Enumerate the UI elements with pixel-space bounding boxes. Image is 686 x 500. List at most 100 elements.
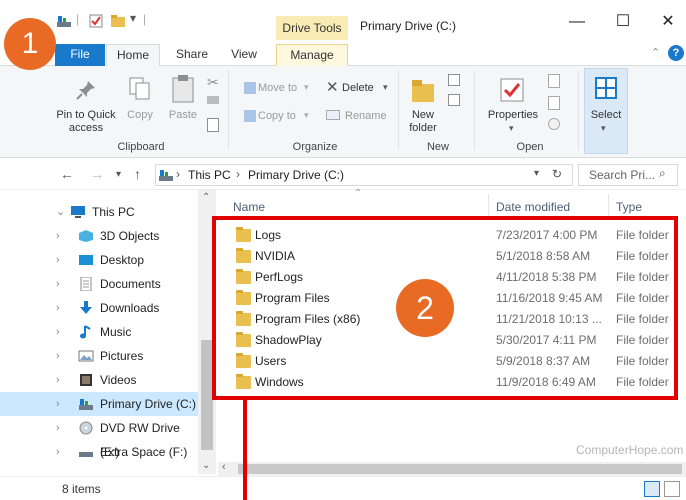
tab-view[interactable]: View [224,44,264,66]
breadcrumb-this-pc[interactable]: This PC [188,168,231,182]
tab-manage[interactable]: Manage [276,44,348,66]
column-header-type[interactable]: Type [616,200,642,214]
delete-button[interactable]: Delete [342,82,374,95]
rename-button[interactable]: Rename [345,110,387,123]
tab-home[interactable]: Home [106,44,160,66]
paste-icon[interactable] [170,74,196,104]
expanded-chevron-icon[interactable]: ⌄ [56,200,65,224]
move-to-button[interactable]: Move to [258,82,297,95]
nav-item-documents[interactable]: › Documents [0,272,198,296]
customize-toolbar-icon[interactable]: ▾ [130,11,136,25]
details-view-icon[interactable] [644,481,660,497]
collapsed-chevron-icon[interactable]: › [56,368,60,392]
easy-access-icon[interactable] [448,94,460,106]
recent-locations-icon[interactable]: ▾ [116,169,121,180]
forward-icon[interactable]: → [90,166,104,182]
drive-icon [79,399,93,410]
collapsed-chevron-icon[interactable]: › [56,392,60,416]
edit-icon[interactable] [548,96,560,110]
address-field[interactable]: › This PC › Primary Drive (C:) ▾ ↻ [155,164,573,186]
copy-button[interactable]: Copy [124,109,156,122]
refresh-icon[interactable]: ↻ [552,167,562,181]
move-to-icon[interactable] [244,82,256,94]
nav-item-this-pc[interactable]: ⌄ This PC [0,200,198,224]
properties-dropdown-icon[interactable]: ▾ [509,123,514,134]
new-folder-button[interactable]: New folder [400,109,446,135]
open-icon[interactable] [548,74,560,88]
copy-icon[interactable] [128,76,152,102]
nav-item-pictures[interactable]: › Pictures [0,344,198,368]
collapsed-chevron-icon[interactable]: › [56,296,60,320]
new-item-icon[interactable] [448,74,460,86]
horizontal-scrollbar-thumb[interactable] [238,464,682,474]
new-folder-icon[interactable] [410,76,436,104]
nav-item-downloads[interactable]: › Downloads [0,296,198,320]
select-icon[interactable] [594,76,618,100]
3d-objects-icon [79,230,93,242]
maximize-button[interactable]: ☐ [608,12,638,32]
search-field[interactable]: Search Pri... ⌕ [578,164,678,186]
ribbon-separator [228,70,229,150]
status-bar: 8 items [0,476,686,500]
breadcrumb-primary-drive[interactable]: Primary Drive (C:) [248,168,344,182]
address-bar: ← → ▾ ↑ › This PC › Primary Drive (C:) ▾… [0,160,686,190]
nav-item-dvd-drive[interactable]: › DVD RW Drive (E:) [0,416,198,459]
copy-to-button[interactable]: Copy to [258,110,296,123]
cut-icon[interactable]: ✂ [207,74,219,91]
scroll-left-icon[interactable]: ‹ [222,461,226,473]
back-icon[interactable]: ← [60,166,74,182]
column-header-date-modified[interactable]: Date modified [496,200,570,214]
new-folder-quick-icon[interactable] [110,13,126,29]
horizontal-scrollbar[interactable]: ‹ [218,461,686,476]
qa-separator: | [76,12,80,26]
search-input[interactable]: Search Pri... [589,168,655,182]
scroll-up-icon[interactable]: ⌃ [202,192,210,203]
collapsed-chevron-icon[interactable]: › [56,440,60,464]
nav-item-desktop[interactable]: › Desktop [0,248,198,272]
group-organize: Organize [292,141,338,153]
close-button[interactable]: ✕ [653,12,683,32]
search-icon[interactable]: ⌕ [659,166,666,181]
column-header-name[interactable]: Name [233,200,265,214]
delete-icon[interactable]: ✕ [326,78,339,96]
ribbon-separator [398,70,399,150]
large-icons-view-icon[interactable] [664,481,680,497]
nav-item-3d-objects[interactable]: › 3D Objects [0,224,198,248]
nav-item-videos[interactable]: › Videos [0,368,198,392]
rename-icon[interactable] [326,110,340,120]
properties-button[interactable]: Properties [484,109,542,122]
copy-to-icon[interactable] [244,110,256,122]
paste-button[interactable]: Paste [166,109,200,122]
select-dropdown-icon[interactable]: ▾ [601,123,606,134]
tab-share[interactable]: Share [170,44,214,66]
nav-item-music[interactable]: › Music [0,320,198,344]
collapsed-chevron-icon[interactable]: › [56,344,60,368]
collapsed-chevron-icon[interactable]: › [56,224,60,248]
delete-dropdown-icon[interactable]: ▾ [383,82,388,93]
collapse-ribbon-icon[interactable]: ⌃ [651,46,660,59]
collapsed-chevron-icon[interactable]: › [56,248,60,272]
select-button[interactable]: Select [584,109,628,122]
copy-to-dropdown-icon[interactable]: ▾ [304,110,309,121]
item-count: 8 items [62,482,101,496]
collapsed-chevron-icon[interactable]: › [56,416,60,440]
copy-path-icon[interactable] [207,96,219,104]
collapsed-chevron-icon[interactable]: › [56,272,60,296]
nav-item-extra-space[interactable]: › Extra Space (F:) [0,440,198,464]
history-icon[interactable] [548,118,560,130]
help-icon[interactable]: ? [668,45,684,61]
pin-to-quick-access-button[interactable]: Pin to Quick access [50,109,122,135]
up-icon[interactable]: ↑ [134,166,141,182]
move-to-dropdown-icon[interactable]: ▾ [304,82,309,93]
scroll-down-icon[interactable]: ⌄ [202,460,210,471]
minimize-button[interactable]: — [562,12,592,32]
properties-check-icon[interactable] [88,13,104,29]
drive-tools-label: Drive Tools [276,16,348,40]
properties-icon[interactable] [498,76,526,104]
pin-icon[interactable] [74,78,98,102]
tab-file[interactable]: File [55,44,105,66]
address-dropdown-icon[interactable]: ▾ [534,168,539,179]
nav-item-primary-drive[interactable]: › Primary Drive (C:) [0,392,198,416]
paste-shortcut-icon[interactable] [207,118,219,132]
collapsed-chevron-icon[interactable]: › [56,320,60,344]
